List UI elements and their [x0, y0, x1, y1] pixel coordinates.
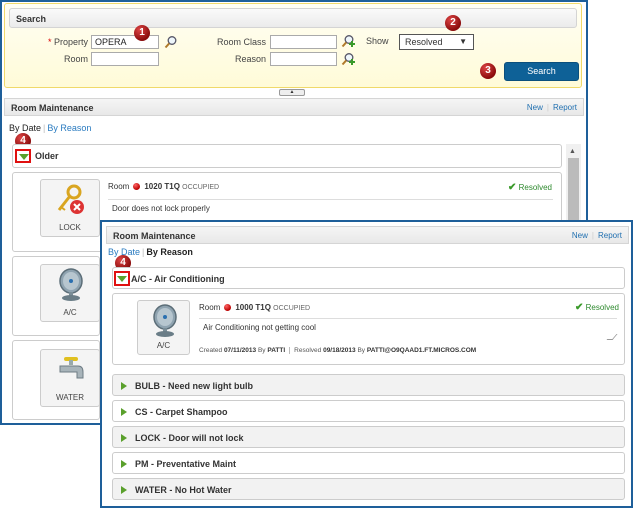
room-class-lookup-icon[interactable]: [341, 34, 355, 48]
status-dot-icon: [133, 183, 141, 190]
item-meta: Created 07/11/2013 By PATTI Resolved 09/1…: [199, 347, 476, 354]
room-input[interactable]: [91, 52, 159, 66]
status-dot-icon: [224, 304, 232, 311]
dropdown-arrow-icon: ▼: [459, 37, 467, 46]
water-icon-box: WATER: [40, 349, 100, 407]
panel-title: Room Maintenance: [113, 231, 196, 241]
show-select-value: Resolved: [405, 37, 443, 47]
group-label: WATER - No Hot Water: [135, 485, 232, 495]
collapsed-arrow-icon[interactable]: [121, 486, 127, 494]
room-label: Room: [63, 54, 88, 64]
check-icon: ✔: [575, 302, 584, 313]
status-text: Resolved: [518, 183, 552, 192]
created-label: Created: [199, 347, 223, 354]
new-link[interactable]: New: [527, 103, 543, 112]
collapsed-arrow-icon[interactable]: [121, 434, 127, 442]
room-class-label: Room Class: [216, 37, 266, 47]
check-icon: ✔: [508, 182, 517, 193]
room-status: OCCUPIED: [182, 184, 220, 191]
reason-lookup-icon[interactable]: [341, 52, 355, 66]
group-water[interactable]: WATER - No Hot Water: [112, 478, 625, 500]
group-pm[interactable]: PM - Preventative Maint: [112, 452, 625, 474]
group-label: Older: [35, 151, 59, 161]
search-button[interactable]: Search: [504, 62, 579, 81]
tab-by-reason[interactable]: By Reason: [146, 247, 193, 257]
resolved-status: ✔ Resolved: [575, 302, 619, 313]
created-by-label: By: [257, 347, 266, 354]
icon-caption: WATER: [56, 393, 84, 402]
status-text: Resolved: [585, 303, 619, 312]
group-label: A/C - Air Conditioning: [131, 274, 225, 284]
collapsed-arrow-icon[interactable]: [121, 460, 127, 468]
reason-label: Reason: [234, 54, 266, 64]
callout-1: 1: [134, 25, 150, 41]
room-number[interactable]: 1000 T1Q: [235, 303, 271, 312]
panel-title: Room Maintenance: [11, 103, 94, 113]
description-field[interactable]: Door does not lock properly: [108, 199, 553, 221]
resolved-by: PATTI@O9QAAD1.FT.MICROS.COM: [366, 347, 477, 354]
search-lookup-icon[interactable]: [164, 35, 178, 49]
maintenance-item: A/C Room 1000 T1Q OCCUPIED ✔ Resolved Air…: [112, 293, 625, 365]
front-window: Room Maintenance New | Report By Date | By R…: [100, 220, 633, 508]
group-label: BULB - Need new light bulb: [135, 381, 253, 391]
collapsed-arrow-icon[interactable]: [121, 408, 127, 416]
tab-by-date[interactable]: By Date: [9, 123, 41, 133]
resolved-status: ✔ Resolved: [508, 182, 552, 193]
created-by: PATTI: [267, 347, 286, 354]
created-date: 07/11/2013: [223, 347, 257, 354]
ac-icon-box: A/C: [40, 264, 100, 322]
group-older[interactable]: Older: [12, 144, 562, 168]
collapsed-arrow-icon[interactable]: [121, 382, 127, 390]
room-line: Room 1020 T1Q OCCUPIED: [108, 182, 219, 191]
highlight-box: [15, 149, 31, 163]
room-label: Room: [108, 182, 130, 191]
view-tabs: By Date | By Reason: [9, 123, 92, 133]
room-maintenance-header: Room Maintenance New | Report: [4, 98, 584, 116]
report-link[interactable]: Report: [553, 103, 577, 112]
resolved-by-label: By: [357, 347, 366, 354]
faucet-icon: [59, 357, 84, 379]
group-label: PM - Preventative Maint: [135, 459, 237, 469]
property-label: * Property: [40, 37, 88, 47]
group-label: CS - Carpet Shampoo: [135, 407, 228, 417]
callout-2: 2: [445, 15, 461, 31]
icon-caption: A/C: [156, 341, 171, 350]
reason-input[interactable]: [270, 52, 337, 66]
tab-by-reason[interactable]: By Reason: [47, 123, 91, 133]
maintenance-item: WATER: [12, 340, 100, 420]
callout-3: 3: [480, 63, 496, 79]
description-field[interactable]: Air Conditioning not getting cool: [199, 318, 617, 342]
resolved-label: Resolved: [294, 347, 322, 354]
lock-key-icon: [57, 184, 84, 214]
show-select[interactable]: Resolved ▼: [399, 34, 474, 50]
maintenance-item: A/C: [12, 256, 100, 336]
group-bulb[interactable]: BULB - Need new light bulb: [112, 374, 625, 396]
room-class-input[interactable]: [270, 35, 337, 49]
property-label-text: Property: [53, 37, 88, 47]
lock-icon-box: LOCK: [40, 179, 100, 237]
new-link[interactable]: New: [572, 231, 588, 240]
report-link[interactable]: Report: [598, 231, 622, 240]
search-panel-title: Search: [9, 8, 577, 28]
resolved-date: 09/18/2013: [323, 347, 356, 354]
ac-icon-box: A/C: [137, 300, 190, 355]
fan-icon: [59, 268, 83, 301]
room-maintenance-header: Room Maintenance New | Report: [106, 226, 629, 244]
group-lock[interactable]: LOCK - Door will not lock: [112, 426, 625, 448]
group-label: LOCK - Door will not lock: [135, 433, 244, 443]
highlight-box: [114, 271, 130, 286]
room-label: Room: [199, 303, 221, 312]
group-ac-air-conditioning[interactable]: A/C - Air Conditioning: [112, 267, 625, 289]
scroll-up-icon[interactable]: ▲: [569, 148, 576, 155]
collapse-search-toggle[interactable]: ▲: [279, 89, 305, 96]
room-number[interactable]: 1020 T1Q: [144, 182, 180, 191]
icon-caption: LOCK: [59, 223, 81, 232]
required-mark: *: [47, 37, 52, 47]
room-status: OCCUPIED: [273, 305, 311, 312]
fan-icon: [153, 304, 177, 337]
group-cs[interactable]: CS - Carpet Shampoo: [112, 400, 625, 422]
room-line: Room 1000 T1Q OCCUPIED: [199, 303, 310, 312]
icon-caption: A/C: [63, 308, 77, 317]
show-label: Show: [366, 36, 389, 46]
